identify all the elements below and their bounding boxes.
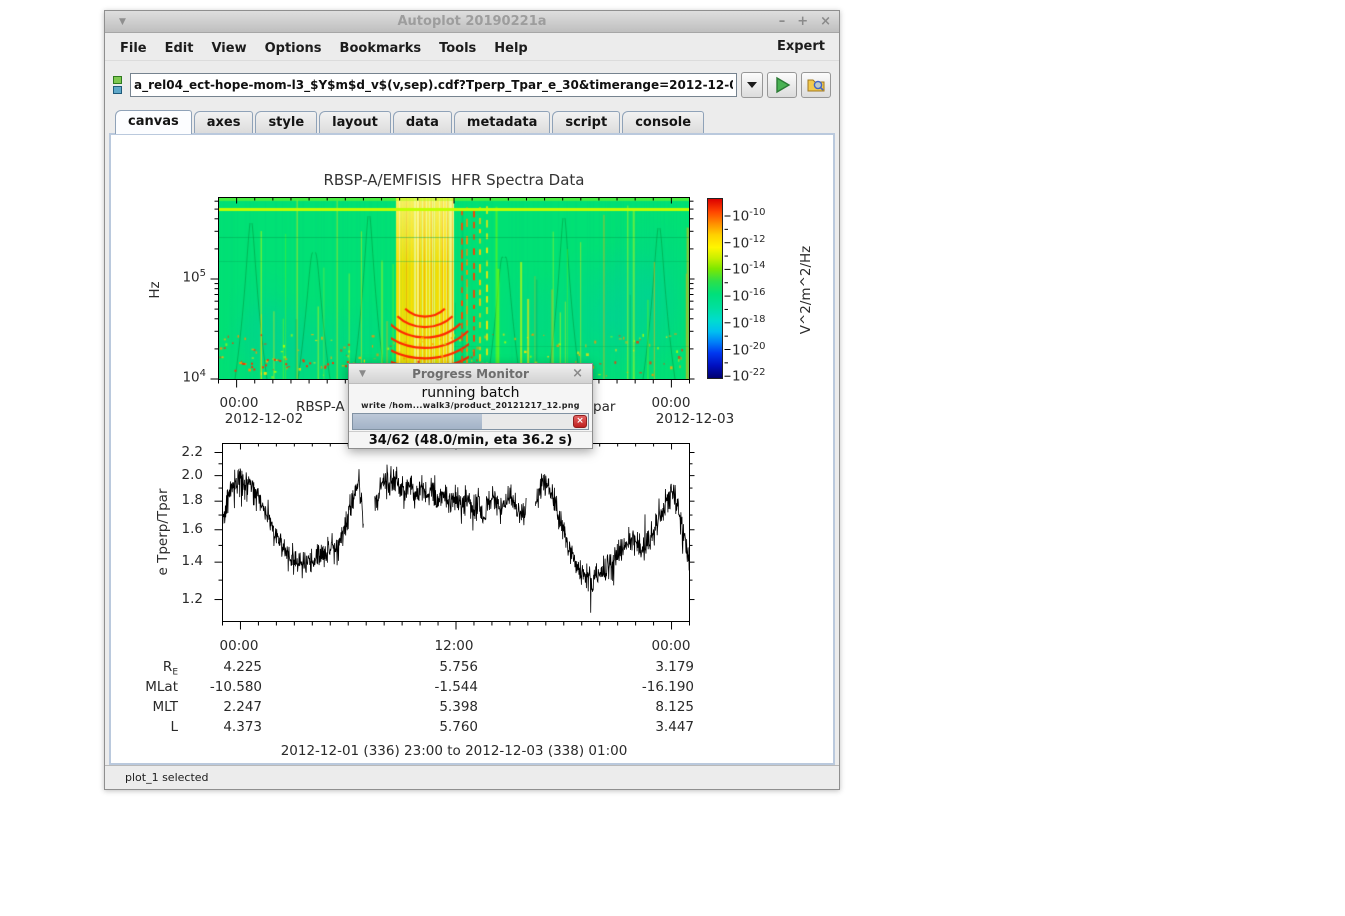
- tperp-tpar-series: [223, 465, 690, 613]
- dialog-shade-icon[interactable]: ▼: [359, 369, 366, 379]
- lineplot-title-fragment-right: par: [593, 399, 615, 415]
- tab-script[interactable]: script: [552, 111, 620, 133]
- status-text: plot_1 selected: [125, 771, 209, 784]
- colorbar-tick-label: 10-22: [732, 367, 802, 385]
- ephemeris-value: 5.760: [388, 719, 478, 735]
- window-title: Autoplot 20190221a: [105, 14, 839, 29]
- chevron-down-icon: [747, 82, 757, 88]
- progress-task-label: running batch: [349, 385, 592, 401]
- uri-toolbar: [105, 61, 839, 109]
- menu-item-view[interactable]: View: [202, 37, 255, 60]
- expert-mode-label[interactable]: Expert: [777, 39, 833, 54]
- colorbar-tick-label: 10-16: [732, 287, 802, 305]
- ephemeris-value: 5.398: [388, 699, 478, 715]
- spectrogram-end-date-label: 2012-12-03: [645, 411, 745, 427]
- y-tick-label: 2.0: [143, 467, 203, 483]
- spectrogram-image[interactable]: [219, 198, 689, 379]
- progress-bar: ×: [352, 413, 589, 430]
- ephemeris-row-label: RE: [118, 659, 178, 678]
- minimize-button[interactable]: –: [779, 11, 786, 33]
- freq-tick-label: 104: [146, 368, 206, 386]
- spectrogram-start-time-label: 00:00: [209, 395, 269, 411]
- ephemeris-row-label: L: [118, 719, 178, 735]
- y-tick-label: 2.2: [143, 444, 203, 460]
- ephemeris-value: 2.247: [172, 699, 262, 715]
- spectrogram-end-time-label: 00:00: [641, 395, 701, 411]
- ephemeris-value: -16.190: [604, 679, 694, 695]
- colorbar-tick-label: 10-10: [732, 207, 802, 225]
- ephemeris-value: -10.580: [172, 679, 262, 695]
- ephemeris-row-label: MLat: [118, 679, 178, 695]
- colorbar-tick-label: 10-14: [732, 260, 802, 278]
- tab-style[interactable]: style: [255, 111, 317, 133]
- y-tick-label: 1.4: [143, 553, 203, 569]
- time-range-label: 2012-12-01 (336) 23:00 to 2012-12-03 (33…: [219, 743, 689, 759]
- plot-title: RBSP-A/EMFISIS HFR Spectra Data: [219, 171, 689, 189]
- y-tick-label: 1.6: [143, 521, 203, 537]
- progress-monitor-dialog[interactable]: ▼ Progress Monitor × running batch write…: [348, 363, 593, 449]
- menu-item-file[interactable]: File: [111, 37, 156, 60]
- tab-canvas[interactable]: canvas: [115, 110, 192, 134]
- tab-metadata[interactable]: metadata: [454, 111, 550, 133]
- progress-bar-fill: [353, 414, 482, 429]
- x-tick-label: 00:00: [641, 638, 701, 654]
- y-tick-label: 1.8: [143, 492, 203, 508]
- play-icon: [771, 74, 793, 96]
- autoplot-window: ▼ Autoplot 20190221a – + × FileEditViewO…: [104, 10, 840, 790]
- menu-item-help[interactable]: Help: [485, 37, 536, 60]
- window-shade-icon[interactable]: ▼: [119, 17, 126, 27]
- dialog-close-icon[interactable]: ×: [572, 366, 583, 381]
- progress-stop-button[interactable]: ×: [573, 415, 587, 428]
- ephemeris-value: 5.756: [388, 659, 478, 675]
- freq-tick-label: 105: [146, 268, 206, 286]
- menu-item-options[interactable]: Options: [256, 37, 331, 60]
- ephemeris-value: -1.544: [388, 679, 478, 695]
- title-bar[interactable]: ▼ Autoplot 20190221a – + ×: [105, 11, 839, 33]
- colorbar-tick-label: 10-18: [732, 314, 802, 332]
- folder-search-icon: [805, 74, 827, 96]
- uri-dropdown-button[interactable]: [741, 72, 763, 98]
- ephemeris-value: 3.447: [604, 719, 694, 735]
- lineplot-title-fragment-left: RBSP-A: [296, 399, 345, 415]
- x-tick-label: 00:00: [209, 638, 269, 654]
- go-plot-button[interactable]: [767, 72, 797, 98]
- ephemeris-value: 3.179: [604, 659, 694, 675]
- menu-item-tools[interactable]: Tools: [430, 37, 485, 60]
- status-bar: plot_1 selected: [105, 765, 839, 789]
- colorbar-tick-label: 10-20: [732, 341, 802, 359]
- uri-input[interactable]: [130, 73, 737, 97]
- colorbar-tick-label: 10-12: [732, 234, 802, 252]
- canvas-pane: RBSP-A/EMFISIS HFR Spectra Data Hz V^2/m…: [109, 133, 835, 765]
- progress-detail-label: write /hom...walk3/product_20121217_12.p…: [349, 401, 592, 412]
- menu-bar: FileEditViewOptionsBookmarksToolsHelp Ex…: [105, 33, 839, 61]
- x-tick-label: 12:00: [424, 638, 484, 654]
- close-button[interactable]: ×: [820, 11, 831, 33]
- datasource-type-icon: [113, 74, 125, 96]
- y-tick-label: 1.2: [143, 591, 203, 607]
- open-file-button[interactable]: [801, 72, 831, 98]
- tab-axes[interactable]: axes: [194, 111, 254, 133]
- colorbar: [707, 198, 723, 379]
- ephemeris-row-label: MLT: [118, 699, 178, 715]
- dialog-title-bar[interactable]: ▼ Progress Monitor ×: [349, 364, 592, 384]
- menu-item-edit[interactable]: Edit: [156, 37, 203, 60]
- plot-canvas[interactable]: RBSP-A/EMFISIS HFR Spectra Data Hz V^2/m…: [111, 135, 833, 763]
- tab-layout[interactable]: layout: [319, 111, 391, 133]
- dialog-title: Progress Monitor: [349, 367, 592, 381]
- menu-item-bookmarks[interactable]: Bookmarks: [331, 37, 431, 60]
- ephemeris-value: 4.373: [172, 719, 262, 735]
- progress-stats-label: 34/62 (48.0/min, eta 36.2 s): [349, 431, 592, 448]
- ephemeris-value: 8.125: [604, 699, 694, 715]
- ephemeris-value: 4.225: [172, 659, 262, 675]
- maximize-button[interactable]: +: [797, 11, 808, 33]
- tab-console[interactable]: console: [622, 111, 704, 133]
- tab-data[interactable]: data: [393, 111, 452, 133]
- tab-bar: canvasaxesstylelayoutdatametadatascriptc…: [105, 109, 839, 133]
